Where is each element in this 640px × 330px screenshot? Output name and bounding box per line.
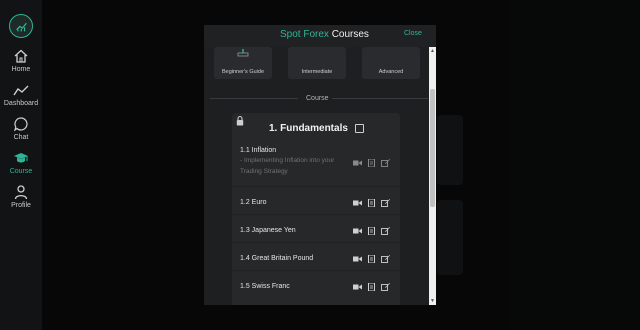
sidebar-item-label: Course [9, 168, 33, 175]
lesson-item[interactable]: 1.4 Great Britain Pound [240, 255, 390, 263]
graduation-cap-icon [14, 153, 28, 163]
close-button[interactable]: Close [404, 30, 422, 37]
video-icon[interactable] [353, 227, 362, 235]
scrollbar-thumb[interactable] [430, 89, 435, 207]
sidebar-item-label: Profile [11, 202, 31, 209]
edit-icon[interactable] [381, 199, 390, 207]
sidebar-item-dashboard[interactable]: Dashboard [0, 82, 42, 107]
lesson-actions [353, 159, 390, 167]
lesson-divider [232, 186, 400, 187]
level-card-beginner[interactable]: Beginner's Guide [214, 47, 272, 79]
chart-line-icon [13, 85, 29, 96]
modal-title: Spot Forex Courses [280, 29, 369, 40]
lesson-actions [353, 255, 390, 263]
lock-icon [236, 115, 244, 126]
lesson-actions [353, 283, 390, 291]
modal-header: Spot Forex Courses Close [204, 25, 436, 47]
edit-icon[interactable] [381, 283, 390, 291]
document-icon[interactable] [367, 227, 376, 235]
sidebar-item-label: Dashboard [3, 100, 39, 107]
edit-icon[interactable] [381, 255, 390, 263]
logo-chart-icon [15, 22, 27, 31]
lesson-divider [232, 214, 400, 215]
course-card: 1. Fundamentals 1.1 Inflation - Implemen… [232, 113, 400, 305]
lesson-subtitle: - Implementing Inflation into your Tradi… [240, 157, 335, 175]
document-icon[interactable] [367, 159, 376, 167]
lesson-actions [353, 227, 390, 235]
edit-icon[interactable] [381, 159, 390, 167]
app-logo[interactable] [9, 14, 33, 38]
lesson-item[interactable]: 1.1 Inflation - Implementing Inflation i… [240, 147, 390, 177]
document-icon[interactable] [367, 283, 376, 291]
sidebar-item-home[interactable]: Home [0, 48, 42, 73]
user-icon [14, 185, 28, 200]
document-icon[interactable] [367, 199, 376, 207]
scroll-up-icon[interactable]: ▲ [430, 48, 435, 54]
modal-title-accent: Spot Forex [280, 29, 329, 40]
sidebar-item-label: Chat [13, 134, 29, 141]
lesson-divider [232, 270, 400, 271]
level-label: Beginner's Guide [221, 69, 265, 75]
lesson-title: 1.1 Inflation [240, 147, 277, 154]
section-divider-right [332, 98, 428, 99]
sidebar-item-label: Home [11, 66, 31, 73]
chat-bubble-icon [13, 117, 28, 132]
level-label: Intermediate [301, 69, 333, 75]
courses-modal: Spot Forex Courses Close Beginner's Guid… [204, 25, 436, 305]
document-icon[interactable] [367, 255, 376, 263]
level-card-advanced[interactable]: Advanced [362, 47, 420, 79]
level-label: Advanced [378, 69, 404, 75]
lesson-item[interactable]: 1.2 Euro [240, 199, 390, 207]
sidebar-item-profile[interactable]: Profile [0, 184, 42, 209]
section-divider-left [210, 98, 298, 99]
course-title: 1. Fundamentals [269, 123, 348, 134]
home-icon [14, 49, 28, 63]
book-stack-icon [237, 49, 249, 57]
course-complete-checkbox[interactable] [355, 124, 364, 133]
modal-scrollbar[interactable]: ▲ ▼ [429, 47, 436, 305]
lesson-actions [353, 199, 390, 207]
video-icon[interactable] [353, 283, 362, 291]
video-icon[interactable] [353, 255, 362, 263]
sidebar-item-chat[interactable]: Chat [0, 116, 42, 141]
lesson-item[interactable]: 1.3 Japanese Yen [240, 227, 390, 235]
sidebar: Home Dashboard Chat Course Profile [0, 0, 42, 330]
video-icon[interactable] [353, 199, 362, 207]
lesson-divider [232, 242, 400, 243]
scroll-down-icon[interactable]: ▼ [430, 298, 435, 304]
edit-icon[interactable] [381, 227, 390, 235]
modal-title-rest: Courses [328, 29, 369, 40]
lesson-item[interactable]: 1.5 Swiss Franc [240, 283, 390, 291]
app-root: Home Dashboard Chat Course Profile Spot … [0, 0, 640, 330]
section-label: Course [306, 95, 329, 102]
video-icon[interactable] [353, 159, 362, 167]
sidebar-item-course[interactable]: Course [0, 150, 42, 175]
level-card-intermediate[interactable]: Intermediate [288, 47, 346, 79]
